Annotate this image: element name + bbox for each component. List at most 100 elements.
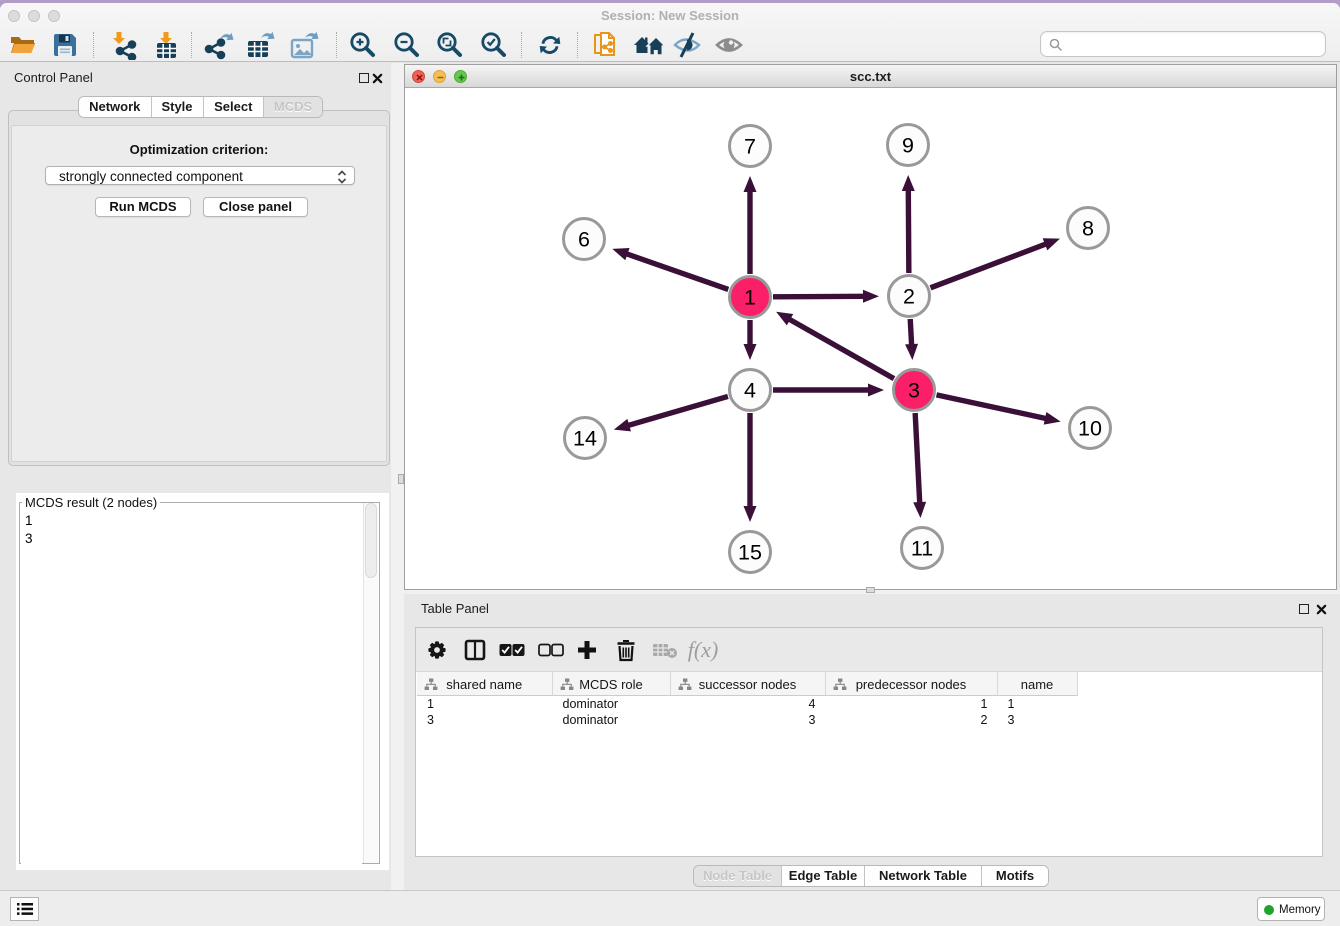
import-network-button[interactable] [106, 28, 140, 62]
node-label-9: 9 [902, 134, 914, 158]
select-all-button[interactable] [496, 634, 528, 666]
delete-column-button[interactable] [610, 634, 642, 666]
cell-predecessor-nodes[interactable]: 2 [826, 712, 998, 728]
network-window-title: scc.txt [405, 65, 1336, 88]
node-label-4: 4 [744, 379, 756, 403]
first-neighbors-button[interactable] [632, 28, 666, 62]
edge-1-6[interactable] [626, 254, 729, 290]
cell-shared-name[interactable]: 1 [417, 696, 553, 712]
tab-mcds[interactable]: MCDS [264, 97, 322, 117]
cell-predecessor-nodes[interactable]: 1 [826, 696, 998, 712]
table-close-icon[interactable] [1316, 604, 1327, 615]
export-table-button[interactable] [244, 28, 278, 62]
edge-3-10[interactable] [936, 395, 1047, 419]
add-column-button[interactable] [571, 634, 603, 666]
show-columns-button[interactable] [459, 634, 491, 666]
table-row[interactable]: 1dominator411 [417, 696, 1321, 712]
import-table-button[interactable] [149, 28, 183, 62]
column-header-MCDS-role[interactable]: MCDS role [553, 672, 671, 696]
tab-select[interactable]: Select [204, 97, 265, 117]
memory-status-dot [1264, 905, 1274, 915]
table-row[interactable]: 3dominator323 [417, 712, 1321, 728]
search-field[interactable] [1040, 31, 1326, 57]
column-header-shared-name[interactable]: shared name [417, 672, 553, 696]
close-panel-icon[interactable] [372, 73, 383, 84]
toolbar-separator [191, 32, 192, 58]
result-scrollbar-thumb[interactable] [365, 503, 377, 578]
cell-shared-name[interactable]: 3 [417, 712, 553, 728]
edge-1-2[interactable] [773, 296, 865, 297]
save-icon [52, 32, 78, 58]
edge-2-3[interactable] [910, 319, 911, 346]
float-panel-icon[interactable] [359, 73, 369, 83]
save-session-button[interactable] [48, 28, 82, 62]
cell-name[interactable]: 1 [998, 696, 1078, 712]
cell-MCDS-role[interactable]: dominator [553, 696, 671, 712]
right-area: scc.txt 1234678910111415 Table Panel [404, 63, 1340, 890]
network-graph[interactable]: 1234678910111415 [405, 88, 1336, 589]
edge-2-9[interactable] [908, 189, 909, 273]
search-input[interactable] [1067, 33, 1319, 55]
table-float-icon[interactable] [1299, 604, 1309, 614]
table-panel-title: Table Panel [421, 594, 489, 622]
table-options-button[interactable] [421, 634, 453, 666]
mcds-result-list[interactable]: 1 3 [21, 503, 362, 864]
houses-icon [632, 32, 666, 58]
cell-MCDS-role[interactable]: dominator [553, 712, 671, 728]
tab-style[interactable]: Style [152, 97, 204, 117]
column-header-name[interactable]: name [998, 672, 1078, 696]
delete-table-icon [652, 641, 678, 659]
clone-network-button[interactable] [588, 28, 622, 62]
column-label: name [998, 672, 1077, 696]
refresh-icon [536, 31, 564, 59]
result-scrollbar[interactable] [363, 503, 378, 863]
cell-successor-nodes[interactable]: 3 [671, 712, 826, 728]
edge-4-14[interactable] [627, 396, 728, 425]
zoom-out-button[interactable] [389, 28, 423, 62]
network-window-titlebar: scc.txt [405, 65, 1336, 88]
edge-3-11[interactable] [915, 413, 920, 504]
criterion-select[interactable]: strongly connected component [45, 166, 355, 185]
node-label-6: 6 [578, 228, 590, 252]
tab-node-table[interactable]: Node Table [694, 866, 782, 886]
import-network-icon [108, 30, 138, 60]
gear-icon [425, 638, 449, 662]
column-label: MCDS role [553, 672, 670, 696]
tab-network[interactable]: Network [79, 97, 152, 117]
cell-name[interactable]: 3 [998, 712, 1078, 728]
close-panel-button[interactable]: Close panel [203, 197, 308, 217]
network-window: scc.txt 1234678910111415 [404, 64, 1337, 590]
vertical-splitter[interactable] [391, 63, 404, 890]
zoom-in-button[interactable] [345, 28, 379, 62]
column-header-predecessor-nodes[interactable]: predecessor nodes [826, 672, 998, 696]
table-body: 1dominator4113dominator323 [417, 696, 1321, 728]
export-image-button[interactable] [288, 28, 322, 62]
task-history-button[interactable] [10, 897, 39, 921]
tab-edge-table[interactable]: Edge Table [782, 866, 865, 886]
deselect-all-button[interactable] [535, 634, 567, 666]
delete-table-button[interactable] [649, 634, 681, 666]
network-canvas[interactable]: 1234678910111415 [405, 88, 1336, 589]
run-mcds-button[interactable]: Run MCDS [95, 197, 191, 217]
horizontal-splitter-grip[interactable] [866, 587, 875, 593]
export-network-button[interactable] [202, 28, 236, 62]
fx-icon: f(x) [688, 637, 719, 663]
eye-icon [713, 32, 745, 58]
node-label-14: 14 [573, 427, 597, 451]
toolbar-separator [93, 32, 94, 58]
cell-successor-nodes[interactable]: 4 [671, 696, 826, 712]
apply-layout-button[interactable] [533, 28, 567, 62]
hide-selected-button[interactable] [670, 28, 704, 62]
edge-3-1[interactable] [788, 319, 894, 379]
tab-network-table[interactable]: Network Table [865, 866, 982, 886]
show-all-button[interactable] [712, 28, 746, 62]
zoom-selected-button[interactable] [476, 28, 510, 62]
memory-button[interactable]: Memory [1257, 897, 1325, 921]
column-header-successor-nodes[interactable]: successor nodes [671, 672, 826, 696]
open-session-button[interactable] [6, 28, 40, 62]
arrowhead-4-14 [614, 419, 631, 431]
zoom-fit-button[interactable] [432, 28, 466, 62]
edge-2-8[interactable] [931, 244, 1047, 288]
function-builder-button[interactable]: f(x) [687, 634, 719, 666]
tab-motifs[interactable]: Motifs [982, 866, 1048, 886]
